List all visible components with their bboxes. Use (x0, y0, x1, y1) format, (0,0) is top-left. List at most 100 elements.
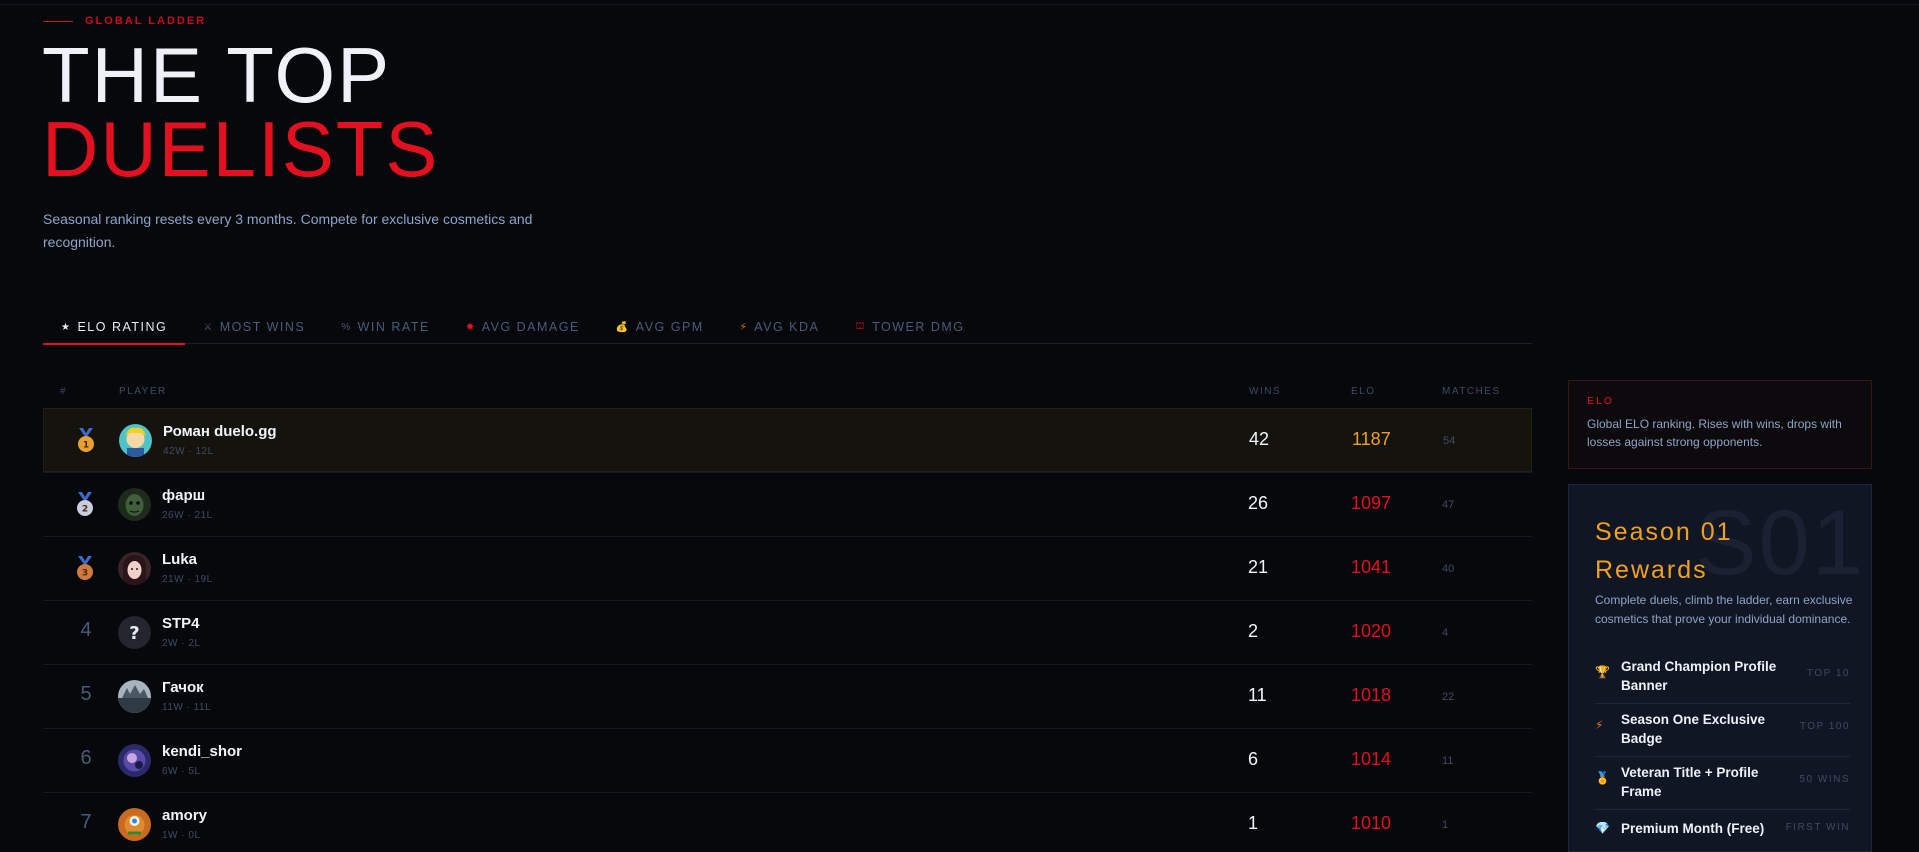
matches-value: 11 (1442, 755, 1454, 767)
header-wins: WINS (1249, 386, 1282, 397)
medal-icon: 🏅 (1595, 771, 1610, 785)
season-title: Season 01 Rewards (1595, 518, 1733, 584)
reward-item: 🏅 Veteran Title + Profile Frame 50 WINS (1595, 757, 1850, 810)
player-name[interactable]: amory (162, 807, 207, 824)
header-player: PLAYER (119, 386, 167, 397)
player-record: 6W · 5L (162, 766, 201, 777)
table-row[interactable]: 1 Роман duelo.gg 42W · 12L 42 1187 54 (43, 408, 1532, 472)
reward-item: 💎 Premium Month (Free) FIRST WIN (1595, 810, 1850, 850)
tab-win-rate[interactable]: % WIN RATE (323, 310, 448, 344)
wins-value: 26 (1248, 493, 1269, 513)
table-row[interactable]: 2 фарш 26W · 21L 26 1097 47 (43, 472, 1532, 536)
tab-avg-damage[interactable]: ✸ AVG DAMAGE (448, 310, 598, 344)
matches-value: 1 (1442, 819, 1449, 831)
matches-value: 4 (1442, 627, 1449, 639)
player-record: 1W · 0L (162, 830, 201, 841)
leaderboard-tabs: ★ ELO RATING ⚔ MOST WINS% WIN RATE ✸ AVG DAMAG… (43, 310, 1532, 345)
table-header: # PLAYER WINS ELO MATCHES (43, 380, 1532, 408)
table-row[interactable]: 6 kendi_shor 6W · 5L 6 1014 11 (43, 728, 1532, 792)
tab-label: MOST WINS (219, 320, 306, 334)
rank-number: 5 (80, 683, 92, 705)
player-name[interactable]: Роман duelo.gg (163, 423, 277, 440)
table-row[interactable]: 7 amory 1W · 0L 1 1010 1 (43, 792, 1532, 852)
reward-title: Veteran Title + Profile Frame (1621, 765, 1759, 799)
avatar[interactable] (118, 808, 151, 841)
medal-number: 2 (82, 505, 88, 515)
table-row[interactable]: 5 Гачок 11W · 11L 11 1018 22 (43, 664, 1532, 728)
reward-requirement: FIRST WIN (1785, 822, 1850, 833)
avatar[interactable] (119, 424, 152, 457)
elo-info-description: Global ELO ranking. Rises with wins, dro… (1587, 417, 1842, 449)
player-record: 21W · 19L (162, 574, 213, 585)
reward-requirement: 50 WINS (1799, 774, 1850, 785)
reward-title: Grand Champion Profile Banner (1621, 659, 1777, 693)
eyebrow-label: GLOBAL LADDER (85, 15, 207, 27)
tab-most-wins[interactable]: ⚔ MOST WINS (185, 310, 323, 344)
avatar[interactable]: ? (118, 616, 151, 649)
player-name[interactable]: STP4 (162, 615, 200, 632)
svg-text:?: ? (129, 623, 139, 644)
player-name[interactable]: фарш (162, 487, 205, 504)
title-line-1: THE TOP (42, 31, 392, 119)
elo-value: 1014 (1351, 749, 1392, 769)
medal-bronze-icon: 3 (74, 556, 96, 582)
diamond-icon: 💎 (1595, 821, 1610, 835)
eyebrow: GLOBAL LADDER (43, 15, 206, 27)
percent-icon: % (341, 321, 352, 333)
player-name[interactable]: Luka (162, 551, 197, 568)
tab-avg-gpm[interactable]: 💰 AVG GPM (598, 310, 722, 344)
tab-label: AVG KDA (754, 320, 820, 334)
tab-tower-dmg[interactable]: ⛫ TOWER DMG (837, 310, 982, 344)
wins-value: 6 (1248, 749, 1259, 769)
lightning-icon: ⚡ (739, 321, 749, 333)
reward-title: Season One Exclusive Badge (1621, 712, 1766, 746)
top-divider (0, 4, 1919, 5)
page-subtitle: Seasonal ranking resets every 3 months. … (43, 211, 533, 250)
star-icon: ★ (61, 321, 72, 333)
avatar[interactable] (118, 680, 151, 713)
season-rewards-panel: S01 Season 01 Rewards Complete duels, cl… (1568, 484, 1872, 852)
table-row[interactable]: 3 Luka 21W · 19L 21 1041 40 (43, 536, 1532, 600)
reward-requirement: TOP 10 (1806, 668, 1850, 679)
swords-icon: ⚔ (203, 321, 214, 333)
matches-value: 54 (1443, 435, 1456, 447)
money-bag-icon: 💰 (615, 321, 630, 333)
elo-value: 1018 (1351, 685, 1392, 705)
player-name[interactable]: Гачок (162, 679, 204, 696)
wins-value: 42 (1249, 429, 1270, 449)
elo-value: 1010 (1351, 813, 1392, 833)
trophy-icon: 🏆 (1595, 665, 1610, 679)
avatar[interactable] (118, 744, 151, 777)
title-line-2: DUELISTS (42, 105, 440, 193)
elo-value: 1041 (1351, 557, 1392, 577)
tab-avg-kda[interactable]: ⚡ AVG KDA (722, 310, 838, 344)
tab-label: WIN RATE (357, 320, 430, 334)
avatar[interactable] (118, 552, 151, 585)
header-matches: MATCHES (1442, 386, 1501, 397)
medal-silver-icon: 2 (74, 492, 96, 518)
medal-number: 1 (83, 441, 89, 451)
player-name[interactable]: kendi_shor (162, 743, 242, 760)
tab-elo-rating[interactable]: ★ ELO RATING (43, 310, 186, 345)
wins-value: 11 (1248, 685, 1267, 705)
tab-label: ELO RATING (77, 320, 168, 334)
rank-number: 4 (80, 619, 92, 641)
rank-number: 7 (80, 811, 92, 833)
reward-requirement: TOP 100 (1799, 721, 1850, 732)
avatar[interactable] (118, 488, 151, 521)
header-rank: # (60, 386, 68, 397)
elo-value: 1020 (1351, 621, 1392, 641)
player-record: 11W · 11L (162, 702, 212, 713)
wins-value: 1 (1248, 813, 1259, 833)
table-row[interactable]: 4? STP4 2W · 2L 2 1020 4 (43, 600, 1532, 664)
tower-icon: ⛫ (855, 320, 867, 332)
elo-info-panel: ELO Global ELO ranking. Rises with wins,… (1568, 380, 1872, 469)
tab-label: AVG DAMAGE (481, 320, 580, 334)
wins-value: 21 (1248, 557, 1269, 577)
matches-value: 22 (1442, 691, 1455, 703)
reward-title: Premium Month (Free) (1621, 821, 1765, 836)
player-record: 42W · 12L (163, 446, 214, 457)
burst-icon: ✸ (465, 321, 476, 333)
matches-value: 40 (1442, 563, 1455, 575)
medal-number: 3 (82, 569, 88, 579)
